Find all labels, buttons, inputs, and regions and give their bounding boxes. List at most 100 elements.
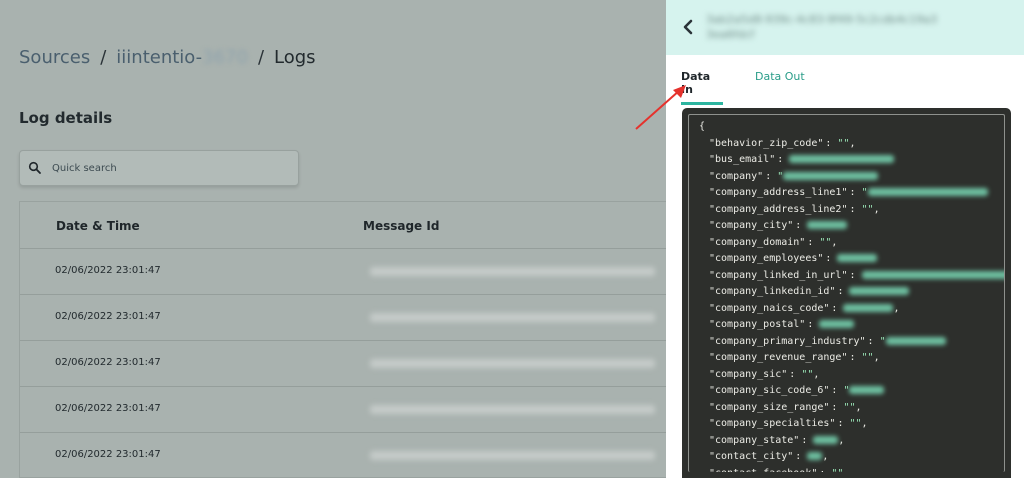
log-details-title: Log details [19,109,113,127]
breadcrumb-separator: / [257,47,265,68]
json-field-key: "company_revenue_range" [709,352,848,363]
json-field-key: "contact_city" [709,451,794,462]
json-field-line: "company_revenue_range": "", [699,350,1004,367]
json-field-value-redacted [849,287,910,295]
search-icon [28,161,41,174]
json-field-key: "company_address_line1" [709,187,848,198]
json-field-separator: : [831,302,838,314]
log-detail-panel: 3ab2a5d8-939c-4c83-9f49-5c2cdb4c19a3 3ea… [666,0,1024,478]
json-viewer[interactable]: { "behavior_zip_code": "", "bus_email": "co… [682,108,1011,478]
json-field-value-redacted [813,435,839,444]
json-field-tail: , [893,302,900,314]
json-field-value: "" [849,418,862,429]
json-field-key: "company_linked_in_url" [709,269,848,281]
column-header-date[interactable]: Date & Time [56,219,140,233]
data-tabs: Data In Data Out [666,70,1024,105]
json-field-tail: , [831,236,838,248]
logs-table: Date & Time Message Id 02/06/2022 23:01:… [19,201,666,478]
json-field-separator: : [849,352,856,363]
breadcrumb-sources-link[interactable]: Sources [19,47,90,68]
quick-search-input[interactable] [52,162,272,174]
json-field-key: "company_specialties" [709,418,836,429]
json-field-value-redacted [885,336,946,345]
json-field-tail: , [822,451,829,462]
json-field-line: "bus_email": [699,152,1004,169]
json-field-key: "company_postal" [709,319,806,330]
json-field-line: "company_address_line1": " [699,185,1004,202]
json-field-separator: : [837,286,844,297]
panel-title: 3ab2a5d8-939c-4c83-9f49-5c2cdb4c19a3 3ea… [706,12,966,44]
table-row[interactable]: 02/06/2022 23:01:47 [20,341,666,387]
breadcrumb: Sources / iiintentio-3670 / Logs [19,47,316,68]
json-field-line: "company_sic_code_6": " [699,383,1004,400]
json-field-line: "company_sic": "", [699,367,1004,384]
json-field-value-redacted [867,188,988,196]
json-field-value-redacted [819,320,855,328]
json-field-key: "behavior_zip_code" [709,137,824,149]
json-field-tail: , [873,352,880,363]
panel-title-line: 3ea6fdcf [706,28,755,41]
table-header: Date & Time Message Id [20,202,666,249]
table-row[interactable]: 02/06/2022 23:01:47 [20,295,666,341]
tab-data-out[interactable]: Data Out [755,70,805,89]
json-field-key: "contact_facebook" [699,468,817,473]
panel-title-line: 3ab2a5d8-939c-4c83-9f49-5c2cdb4c19a3 [706,13,938,26]
json-field-separator: : [807,319,814,330]
json-field-separator: : [777,154,784,165]
json-field-separator: : [795,451,802,462]
json-field-line: "company_specialties": "", [699,416,1004,433]
breadcrumb-current: Logs [274,47,316,68]
json-field-separator: : [849,269,856,281]
json-field-value: "" [837,137,850,149]
json-field-value: "" [801,368,814,380]
json-field-value-redacted [843,303,894,312]
json-open-brace: { [699,121,706,132]
json-field-value-redacted [807,221,848,229]
json-field-value-redacted [789,155,895,163]
json-field-line: "company_domain": "", [699,235,1004,252]
cell-message-id-redacted [370,313,655,322]
json-field-value-redacted [783,171,879,180]
json-field-key: "company_sic" [709,368,788,380]
json-field-key: "company_state" [709,434,800,446]
json-field-line: "behavior_zip_code": "", [699,136,1004,153]
json-field-key: "company_address_line2" [709,203,848,215]
json-field-line: "company_employees": [699,251,1004,268]
json-field-key: "company" [709,170,764,182]
json-field-value-redacted [837,254,878,262]
column-header-message-id[interactable]: Message Id [363,219,439,233]
json-field-separator: : [817,468,831,473]
logs-page: Sources / iiintentio-3670 / Logs Log det… [0,0,666,478]
json-field-line: "company_primary_industry": " [699,334,1004,351]
cell-message-id-redacted [370,405,655,414]
quick-search-box[interactable] [19,150,299,186]
json-field-line: "contact_facebook":"", [699,466,1004,473]
table-row[interactable]: 02/06/2022 23:01:47 [20,433,666,478]
json-field-separator: : [831,401,838,413]
breadcrumb-source-link[interactable]: iiintentio-3670 [116,47,248,68]
json-field-key: "company_naics_code" [709,302,830,314]
json-field-tail: , [855,401,862,413]
json-field-value-redacted [861,270,1004,279]
json-field-separator: : [837,418,844,429]
json-field-line: "company_linked_in_url": [699,268,1004,285]
cell-date-time: 02/06/2022 23:01:47 [55,403,161,414]
table-row[interactable]: 02/06/2022 23:01:47 [20,249,666,295]
json-field-key: "company_linkedin_id" [709,286,836,297]
back-chevron-icon[interactable] [678,17,698,37]
json-field-line: "contact_city":, [699,449,1004,466]
json-field-value-redacted [849,386,885,394]
cell-date-time: 02/06/2022 23:01:47 [55,311,161,322]
json-field-value: "" [843,401,856,413]
tab-data-in[interactable]: Data In [681,70,723,105]
json-field-key: "company_city" [709,220,794,231]
breadcrumb-separator: / [100,47,107,68]
json-field-tail: , [838,434,845,446]
json-field-tail: , [861,418,868,429]
table-row[interactable]: 02/06/2022 23:01:47 [20,387,666,433]
json-field-line: "company_postal": [699,317,1004,334]
json-field-key: "bus_email" [709,154,776,165]
json-field-separator: : [795,220,802,231]
json-field-tail: , [873,203,880,215]
json-field-separator: : [849,187,856,198]
